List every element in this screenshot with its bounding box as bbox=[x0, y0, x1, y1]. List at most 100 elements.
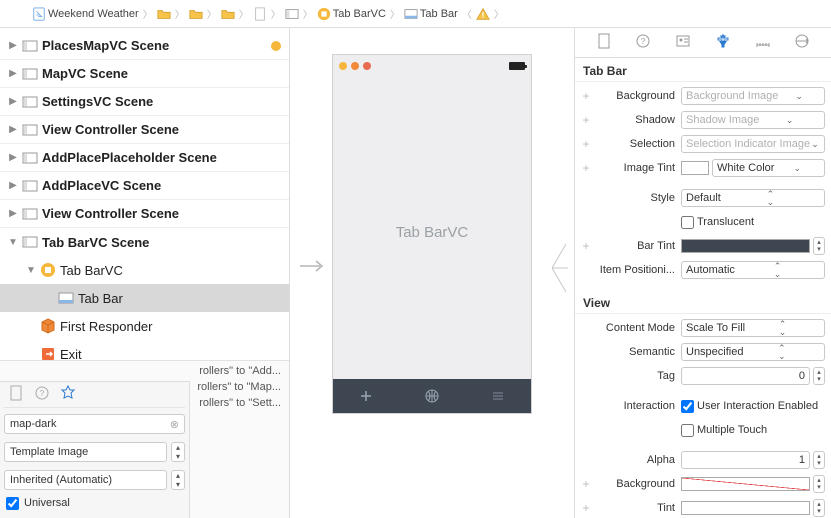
asset-attributes-panel: ? map-dark ⊗ Template bbox=[0, 381, 190, 518]
alpha-field[interactable]: 1 bbox=[681, 451, 810, 469]
disclosure-icon[interactable]: ▶ bbox=[8, 96, 18, 107]
battery-icon bbox=[509, 62, 525, 70]
add-icon[interactable]: + bbox=[581, 477, 591, 491]
tabbar-icon bbox=[404, 7, 418, 21]
exit-row[interactable]: Exit bbox=[0, 340, 289, 360]
scene-row[interactable]: ▶ PlacesMapVC Scene bbox=[0, 32, 289, 60]
identity-inspector-icon[interactable] bbox=[672, 33, 694, 52]
stepper[interactable]: ▴▾ bbox=[813, 451, 825, 469]
disclosure-icon[interactable]: ▶ bbox=[8, 124, 18, 135]
vc-row[interactable]: ▼ Tab BarVC bbox=[0, 256, 289, 284]
content-mode-dropdown[interactable]: Scale To Fill⌃⌄ bbox=[681, 319, 825, 337]
scene-row[interactable]: ▶ SettingsVC Scene bbox=[0, 88, 289, 116]
disclosure-icon[interactable]: ▶ bbox=[8, 68, 18, 79]
stepper[interactable]: ▴▾ bbox=[171, 442, 185, 462]
rendering-dropdown[interactable]: Template Image bbox=[4, 442, 167, 462]
scene-row[interactable]: ▶ AddPlaceVC Scene bbox=[0, 172, 289, 200]
add-icon[interactable]: + bbox=[581, 161, 591, 175]
scene-icon bbox=[317, 7, 331, 21]
selection-image-dropdown[interactable]: Selection Indicator Image⌄ bbox=[681, 135, 825, 153]
canvas[interactable]: Tab BarVC bbox=[290, 28, 574, 518]
disclosure-icon[interactable]: ▼ bbox=[26, 265, 36, 276]
style-dropdown[interactable]: Default⌃⌄ bbox=[681, 189, 825, 207]
document-outline[interactable]: ▶ PlacesMapVC Scene ▶ MapVC Scene ▶ Sett… bbox=[0, 28, 289, 360]
tab-item-add[interactable] bbox=[333, 379, 399, 413]
help-inspector-icon[interactable]: ? bbox=[632, 33, 654, 52]
universal-checkbox[interactable] bbox=[6, 497, 19, 510]
folder-icon[interactable] bbox=[221, 7, 235, 21]
status-bar bbox=[333, 59, 531, 73]
segue-connectors bbox=[552, 238, 570, 301]
tag-field[interactable]: 0 bbox=[681, 367, 810, 385]
add-icon[interactable]: + bbox=[581, 501, 591, 515]
disclosure-icon[interactable]: ▼ bbox=[8, 237, 18, 248]
inspector-tabs[interactable]: ? bbox=[575, 28, 831, 58]
stepper[interactable]: ▴▾ bbox=[813, 237, 825, 255]
storyboard-icon bbox=[22, 38, 38, 54]
multiple-touch-checkbox[interactable] bbox=[681, 424, 694, 437]
section-header: Tab Bar bbox=[575, 58, 831, 82]
scene-row[interactable]: ▶ View Controller Scene bbox=[0, 116, 289, 144]
canvas-title: Tab BarVC bbox=[333, 224, 531, 241]
storyboard-icon bbox=[22, 66, 38, 82]
path-segment[interactable]: Tab BarVC bbox=[333, 8, 386, 20]
background-swatch[interactable] bbox=[681, 477, 810, 491]
disclosure-icon[interactable]: ▶ bbox=[8, 208, 18, 219]
folder-icon[interactable] bbox=[189, 7, 203, 21]
disclosure-icon[interactable]: ▶ bbox=[8, 152, 18, 163]
image-name-field[interactable]: map-dark ⊗ bbox=[4, 414, 185, 434]
warning-icon[interactable] bbox=[476, 7, 490, 21]
stepper[interactable]: ▴▾ bbox=[171, 470, 185, 490]
color-swatch[interactable] bbox=[681, 161, 709, 175]
image-tint-dropdown[interactable]: White Color⌄ bbox=[712, 159, 825, 177]
section-header: View bbox=[575, 290, 831, 314]
tint-swatch[interactable] bbox=[681, 501, 810, 515]
scene-row[interactable]: ▶ AddPlacePlaceholder Scene bbox=[0, 144, 289, 172]
file-inspector-icon[interactable] bbox=[8, 385, 24, 404]
bar-tint-swatch[interactable] bbox=[681, 239, 810, 253]
path-segment[interactable]: Tab Bar bbox=[420, 8, 458, 20]
scene-row[interactable]: ▼ Tab BarVC Scene bbox=[0, 228, 289, 256]
add-icon[interactable]: + bbox=[581, 137, 591, 151]
item-positioning-dropdown[interactable]: Automatic⌃⌄ bbox=[681, 261, 825, 279]
stepper[interactable]: ▴▾ bbox=[813, 367, 825, 385]
help-inspector-icon[interactable]: ? bbox=[34, 385, 50, 404]
disclosure-icon[interactable]: ▶ bbox=[8, 40, 18, 51]
size-inspector-icon[interactable] bbox=[752, 33, 774, 52]
scene-row[interactable]: ▶ View Controller Scene bbox=[0, 200, 289, 228]
swift-file-icon bbox=[32, 7, 46, 21]
svg-text:?: ? bbox=[40, 389, 45, 398]
semantic-dropdown[interactable]: Unspecified⌃⌄ bbox=[681, 343, 825, 361]
tabbar-row[interactable]: Tab Bar bbox=[0, 284, 289, 312]
storyboard-icon[interactable] bbox=[285, 7, 299, 21]
connections-inspector-icon[interactable] bbox=[791, 33, 813, 52]
background-image-dropdown[interactable]: Background Image⌄ bbox=[681, 87, 825, 105]
translucent-checkbox[interactable] bbox=[681, 216, 694, 229]
storyboard-icon bbox=[22, 178, 38, 194]
add-icon[interactable]: + bbox=[581, 239, 591, 253]
status-dot bbox=[271, 41, 281, 51]
first-responder-row[interactable]: First Responder bbox=[0, 312, 289, 340]
attributes-inspector-icon[interactable] bbox=[60, 385, 76, 404]
shadow-image-dropdown[interactable]: Shadow Image⌄ bbox=[681, 111, 825, 129]
stepper[interactable]: ▴▾ bbox=[813, 499, 825, 517]
add-icon[interactable]: + bbox=[581, 89, 591, 103]
add-icon[interactable]: + bbox=[581, 113, 591, 127]
device-tab-bar[interactable] bbox=[333, 379, 531, 413]
device-preview[interactable]: Tab BarVC bbox=[332, 54, 532, 414]
folder-icon[interactable] bbox=[157, 7, 171, 21]
attributes-inspector-icon[interactable] bbox=[712, 33, 734, 52]
storyboard-icon bbox=[22, 94, 38, 110]
path-segment[interactable]: Weekend Weather bbox=[48, 8, 139, 20]
disclosure-icon[interactable]: ▶ bbox=[8, 180, 18, 191]
appearance-dropdown[interactable]: Inherited (Automatic) bbox=[4, 470, 167, 490]
stepper[interactable]: ▴▾ bbox=[813, 475, 825, 493]
tab-item-globe[interactable] bbox=[399, 379, 465, 413]
clear-icon[interactable]: ⊗ bbox=[170, 418, 179, 431]
file-inspector-icon[interactable] bbox=[593, 33, 615, 52]
tab-item-menu[interactable] bbox=[465, 379, 531, 413]
file-icon[interactable] bbox=[253, 7, 267, 21]
breadcrumb[interactable]: Weekend Weather 〉 〉 〉 〉 〉 〉 Tab BarVC 〉 … bbox=[0, 0, 831, 28]
user-interaction-checkbox[interactable] bbox=[681, 400, 694, 413]
scene-row[interactable]: ▶ MapVC Scene bbox=[0, 60, 289, 88]
